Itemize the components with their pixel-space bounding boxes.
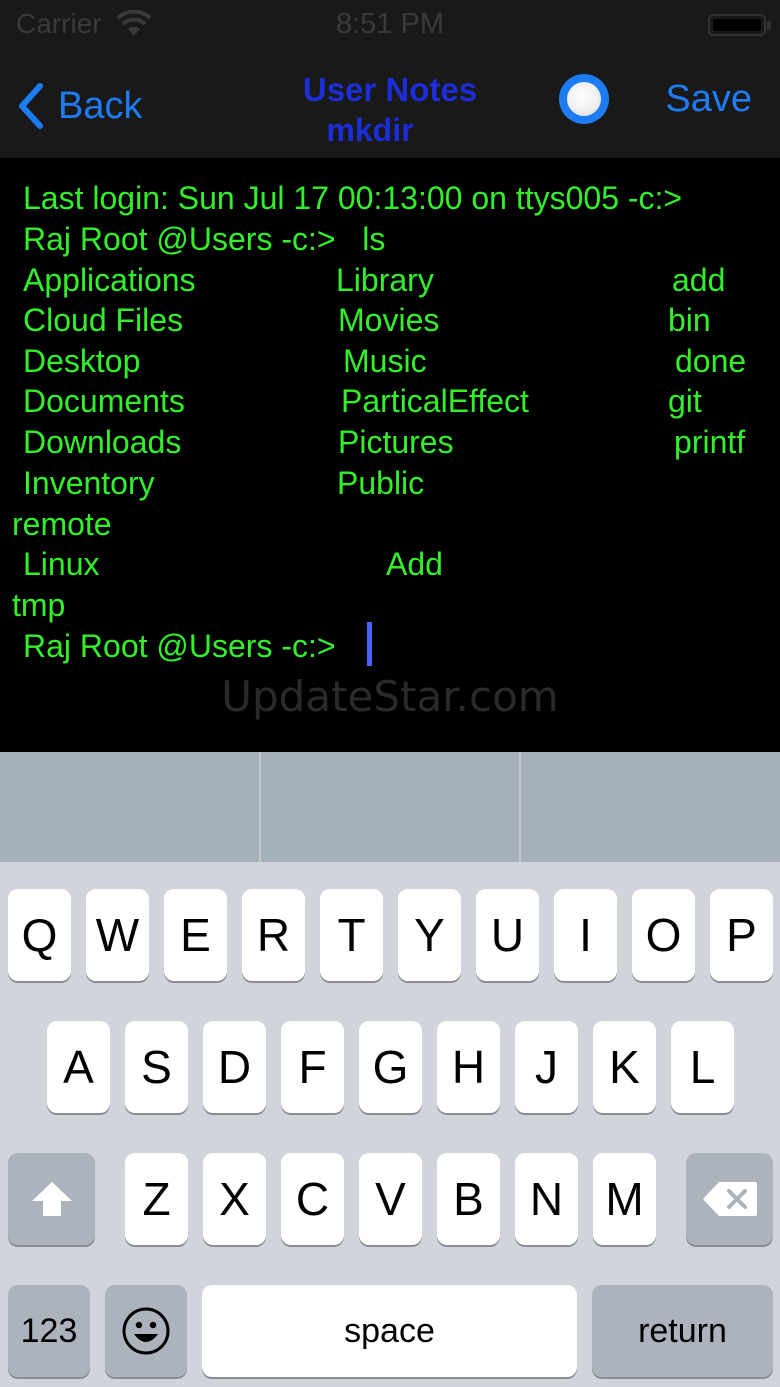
watermark: UpdateStar.com: [221, 672, 559, 721]
key-a[interactable]: A: [47, 1021, 110, 1113]
emoji-icon: [122, 1307, 170, 1355]
key-w[interactable]: W: [86, 889, 149, 981]
terminal-line: Last login: Sun Jul 17 00:13:00 on ttys0…: [23, 180, 683, 216]
key-h[interactable]: H: [437, 1021, 500, 1113]
key-i[interactable]: I: [554, 889, 617, 981]
return-key[interactable]: return: [592, 1285, 773, 1377]
terminal-line: Applications: [23, 262, 196, 298]
terminal-line: Desktop: [23, 343, 141, 379]
key-e[interactable]: E: [164, 889, 227, 981]
key-x[interactable]: X: [203, 1153, 266, 1245]
terminal-line: Downloads: [23, 424, 182, 460]
terminal-line: printf: [674, 424, 746, 460]
predictive-bar[interactable]: [0, 752, 780, 862]
shift-key[interactable]: [8, 1153, 95, 1245]
key-t[interactable]: T: [320, 889, 383, 981]
terminal-line: add: [672, 262, 726, 298]
text-cursor: [367, 622, 372, 666]
key-p[interactable]: P: [710, 889, 773, 981]
key-o[interactable]: O: [632, 889, 695, 981]
toggle-radio-button[interactable]: [559, 74, 609, 124]
key-q[interactable]: Q: [8, 889, 71, 981]
key-k[interactable]: K: [593, 1021, 656, 1113]
key-g[interactable]: G: [359, 1021, 422, 1113]
key-z[interactable]: Z: [125, 1153, 188, 1245]
back-button[interactable]: Back: [18, 78, 142, 134]
divider: [259, 752, 261, 862]
key-c[interactable]: C: [281, 1153, 344, 1245]
key-f[interactable]: F: [281, 1021, 344, 1113]
key-v[interactable]: V: [359, 1153, 422, 1245]
terminal-output[interactable]: Last login: Sun Jul 17 00:13:00 on ttys0…: [0, 158, 780, 752]
divider: [519, 752, 521, 862]
terminal-line: Add: [386, 546, 443, 582]
terminal-line: Raj Root @Users -c:> ls: [23, 221, 386, 257]
emoji-key[interactable]: [105, 1285, 187, 1377]
key-d[interactable]: D: [203, 1021, 266, 1113]
terminal-line: git: [668, 383, 702, 419]
key-y[interactable]: Y: [398, 889, 461, 981]
key-r[interactable]: R: [242, 889, 305, 981]
terminal-line: ParticalEffect: [341, 383, 529, 419]
terminal-line: remote: [12, 506, 112, 542]
terminal-line: Documents: [23, 383, 185, 419]
numbers-key[interactable]: 123: [8, 1285, 90, 1377]
key-u[interactable]: U: [476, 889, 539, 981]
terminal-line: Library: [336, 262, 434, 298]
page-title: User Notes: [302, 71, 478, 108]
terminal-prompt: Raj Root @Users -c:>: [23, 628, 336, 664]
delete-key[interactable]: [686, 1153, 773, 1245]
key-j[interactable]: J: [515, 1021, 578, 1113]
key-m[interactable]: M: [593, 1153, 656, 1245]
terminal-line: Inventory: [23, 465, 155, 501]
delete-icon: [702, 1182, 757, 1216]
terminal-line: done: [675, 343, 747, 379]
keyboard: Q W E R T Y U I O P A S D F G H J K L Z …: [0, 862, 780, 1387]
terminal-line: Linux: [23, 546, 100, 582]
terminal-line: Public: [337, 465, 425, 501]
key-n[interactable]: N: [515, 1153, 578, 1245]
battery-icon: [708, 14, 771, 36]
back-label: Back: [58, 84, 143, 127]
save-button[interactable]: Save: [665, 78, 752, 121]
status-time: 8:51 PM: [336, 8, 444, 40]
terminal-line: Music: [343, 343, 427, 379]
terminal-line: bin: [668, 302, 711, 338]
space-key[interactable]: space: [202, 1285, 577, 1377]
terminal-line: Cloud Files: [23, 302, 184, 338]
chevron-left-icon: [19, 83, 43, 129]
shift-icon: [31, 1182, 72, 1216]
key-l[interactable]: L: [671, 1021, 734, 1113]
terminal-line: tmp: [12, 587, 66, 623]
key-b[interactable]: B: [437, 1153, 500, 1245]
page-subtitle: mkdir: [326, 112, 414, 148]
terminal-line: Movies: [338, 302, 440, 338]
navigation-bar: Carrier 8:51 PM Back User Notes mkdir Sa…: [0, 0, 780, 158]
key-s[interactable]: S: [125, 1021, 188, 1113]
terminal-line: Pictures: [338, 424, 454, 460]
